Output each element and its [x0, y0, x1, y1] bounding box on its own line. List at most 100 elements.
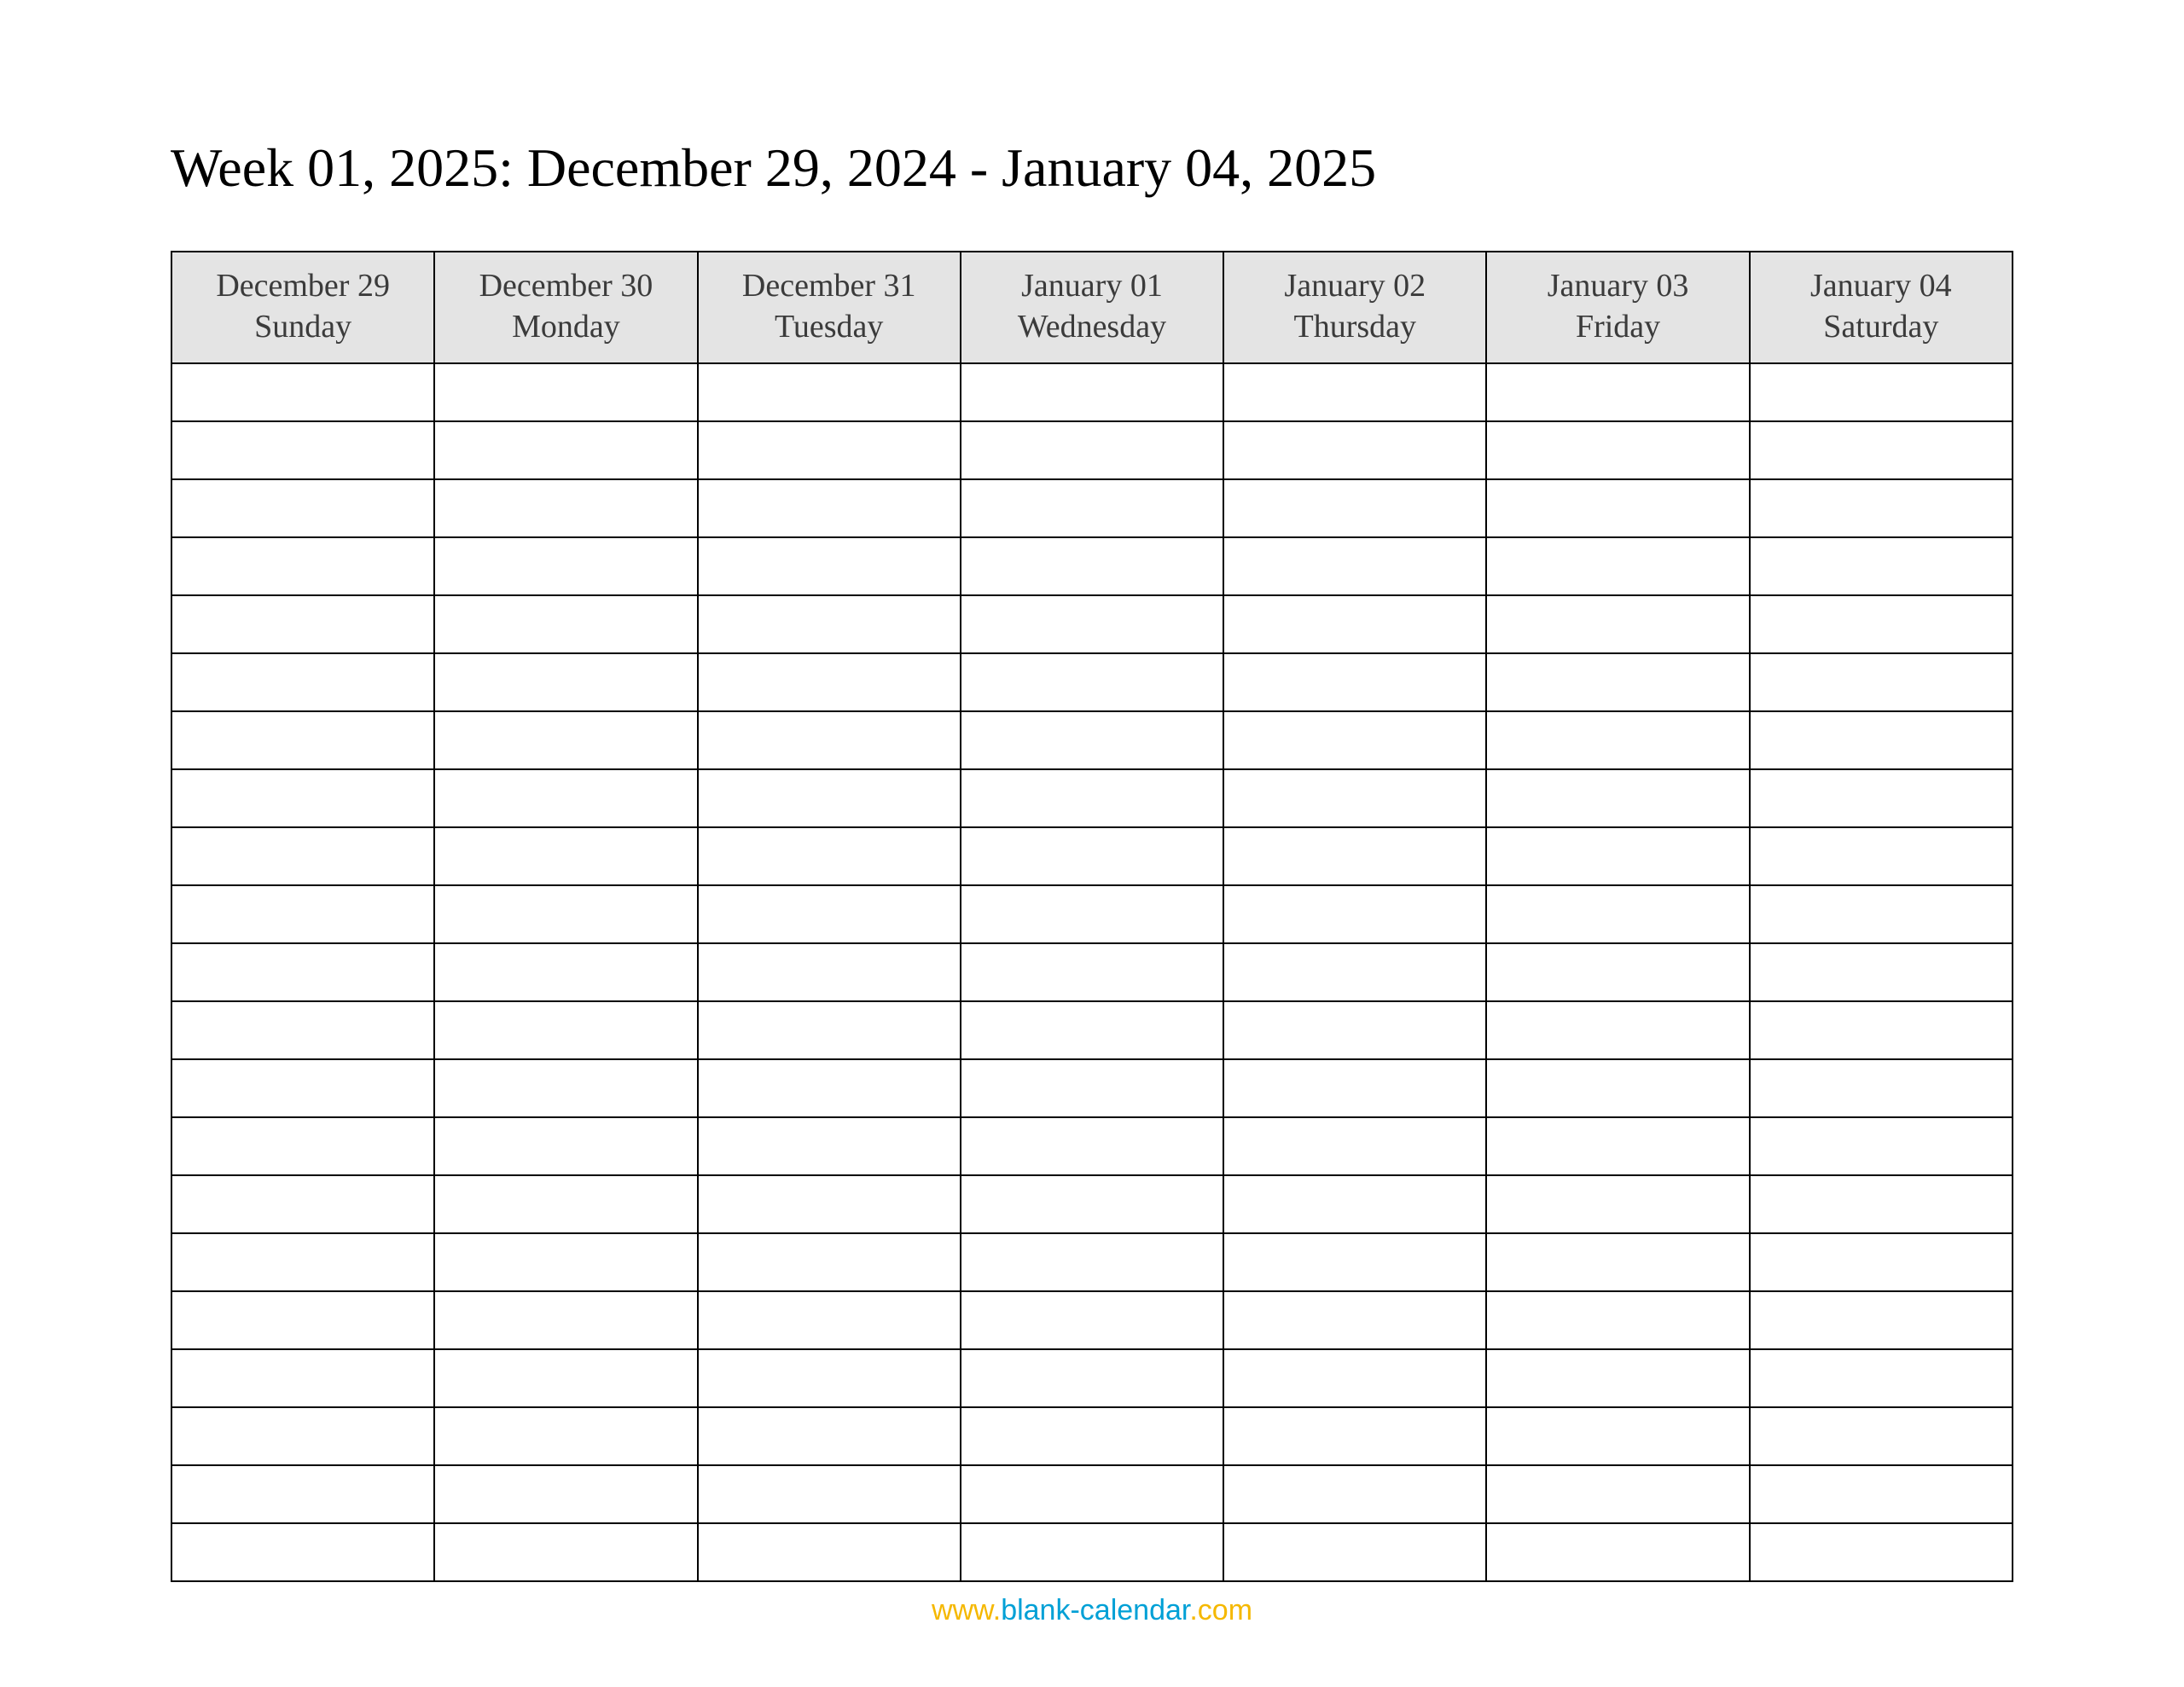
- calendar-cell[interactable]: [1750, 1465, 2013, 1523]
- calendar-cell[interactable]: [1750, 711, 2013, 769]
- calendar-cell[interactable]: [1750, 421, 2013, 479]
- calendar-cell[interactable]: [698, 711, 961, 769]
- calendar-cell[interactable]: [1223, 1523, 1486, 1581]
- calendar-cell[interactable]: [1486, 363, 1749, 421]
- calendar-cell[interactable]: [171, 1465, 434, 1523]
- calendar-cell[interactable]: [961, 711, 1223, 769]
- calendar-cell[interactable]: [1486, 827, 1749, 885]
- calendar-cell[interactable]: [171, 711, 434, 769]
- calendar-cell[interactable]: [434, 1291, 697, 1349]
- calendar-cell[interactable]: [1750, 653, 2013, 711]
- calendar-cell[interactable]: [434, 1465, 697, 1523]
- calendar-cell[interactable]: [698, 885, 961, 943]
- calendar-cell[interactable]: [171, 421, 434, 479]
- calendar-cell[interactable]: [961, 885, 1223, 943]
- calendar-cell[interactable]: [698, 769, 961, 827]
- calendar-cell[interactable]: [1486, 1523, 1749, 1581]
- calendar-cell[interactable]: [961, 363, 1223, 421]
- calendar-cell[interactable]: [1750, 943, 2013, 1001]
- calendar-cell[interactable]: [171, 943, 434, 1001]
- calendar-cell[interactable]: [961, 479, 1223, 537]
- calendar-cell[interactable]: [961, 421, 1223, 479]
- calendar-cell[interactable]: [1750, 537, 2013, 595]
- calendar-cell[interactable]: [1486, 943, 1749, 1001]
- calendar-cell[interactable]: [961, 1349, 1223, 1407]
- calendar-cell[interactable]: [1750, 769, 2013, 827]
- calendar-cell[interactable]: [434, 537, 697, 595]
- calendar-cell[interactable]: [698, 1465, 961, 1523]
- calendar-cell[interactable]: [1223, 943, 1486, 1001]
- calendar-cell[interactable]: [1223, 1175, 1486, 1233]
- calendar-cell[interactable]: [434, 943, 697, 1001]
- calendar-cell[interactable]: [434, 1349, 697, 1407]
- calendar-cell[interactable]: [171, 769, 434, 827]
- calendar-cell[interactable]: [1750, 595, 2013, 653]
- calendar-cell[interactable]: [1223, 595, 1486, 653]
- calendar-cell[interactable]: [961, 1175, 1223, 1233]
- calendar-cell[interactable]: [1223, 885, 1486, 943]
- calendar-cell[interactable]: [434, 769, 697, 827]
- calendar-cell[interactable]: [961, 1001, 1223, 1059]
- calendar-cell[interactable]: [1223, 1465, 1486, 1523]
- calendar-cell[interactable]: [961, 827, 1223, 885]
- calendar-cell[interactable]: [1223, 1117, 1486, 1175]
- calendar-cell[interactable]: [1223, 711, 1486, 769]
- calendar-cell[interactable]: [1486, 1465, 1749, 1523]
- calendar-cell[interactable]: [1223, 363, 1486, 421]
- calendar-cell[interactable]: [961, 1291, 1223, 1349]
- calendar-cell[interactable]: [1750, 1175, 2013, 1233]
- calendar-cell[interactable]: [698, 363, 961, 421]
- calendar-cell[interactable]: [1750, 1523, 2013, 1581]
- calendar-cell[interactable]: [171, 1059, 434, 1117]
- calendar-cell[interactable]: [698, 479, 961, 537]
- calendar-cell[interactable]: [1223, 1233, 1486, 1291]
- calendar-cell[interactable]: [171, 363, 434, 421]
- calendar-cell[interactable]: [698, 1291, 961, 1349]
- calendar-cell[interactable]: [1486, 1001, 1749, 1059]
- calendar-cell[interactable]: [434, 363, 697, 421]
- calendar-cell[interactable]: [961, 653, 1223, 711]
- calendar-cell[interactable]: [434, 1233, 697, 1291]
- calendar-cell[interactable]: [1750, 1117, 2013, 1175]
- calendar-cell[interactable]: [434, 595, 697, 653]
- calendar-cell[interactable]: [1223, 1407, 1486, 1465]
- calendar-cell[interactable]: [1750, 479, 2013, 537]
- calendar-cell[interactable]: [1486, 479, 1749, 537]
- calendar-cell[interactable]: [1223, 537, 1486, 595]
- calendar-cell[interactable]: [171, 885, 434, 943]
- calendar-cell[interactable]: [1223, 1059, 1486, 1117]
- calendar-cell[interactable]: [171, 1523, 434, 1581]
- calendar-cell[interactable]: [1223, 1291, 1486, 1349]
- calendar-cell[interactable]: [1750, 1291, 2013, 1349]
- calendar-cell[interactable]: [1486, 1407, 1749, 1465]
- calendar-cell[interactable]: [171, 537, 434, 595]
- calendar-cell[interactable]: [698, 1233, 961, 1291]
- footer-link[interactable]: www.blank-calendar.com: [0, 1594, 2184, 1627]
- calendar-cell[interactable]: [1750, 885, 2013, 943]
- calendar-cell[interactable]: [698, 1523, 961, 1581]
- calendar-cell[interactable]: [961, 1059, 1223, 1117]
- calendar-cell[interactable]: [698, 1001, 961, 1059]
- calendar-cell[interactable]: [961, 1117, 1223, 1175]
- calendar-cell[interactable]: [961, 537, 1223, 595]
- calendar-cell[interactable]: [1750, 1233, 2013, 1291]
- calendar-cell[interactable]: [434, 885, 697, 943]
- calendar-cell[interactable]: [1486, 1175, 1749, 1233]
- calendar-cell[interactable]: [434, 479, 697, 537]
- calendar-cell[interactable]: [698, 1349, 961, 1407]
- calendar-cell[interactable]: [1223, 1001, 1486, 1059]
- calendar-cell[interactable]: [698, 595, 961, 653]
- calendar-cell[interactable]: [171, 1349, 434, 1407]
- calendar-cell[interactable]: [1486, 537, 1749, 595]
- calendar-cell[interactable]: [961, 1233, 1223, 1291]
- calendar-cell[interactable]: [1223, 479, 1486, 537]
- calendar-cell[interactable]: [1486, 711, 1749, 769]
- calendar-cell[interactable]: [1223, 421, 1486, 479]
- calendar-cell[interactable]: [961, 769, 1223, 827]
- calendar-cell[interactable]: [961, 1523, 1223, 1581]
- calendar-cell[interactable]: [698, 1175, 961, 1233]
- calendar-cell[interactable]: [1750, 1349, 2013, 1407]
- calendar-cell[interactable]: [434, 827, 697, 885]
- calendar-cell[interactable]: [171, 1175, 434, 1233]
- calendar-cell[interactable]: [1486, 595, 1749, 653]
